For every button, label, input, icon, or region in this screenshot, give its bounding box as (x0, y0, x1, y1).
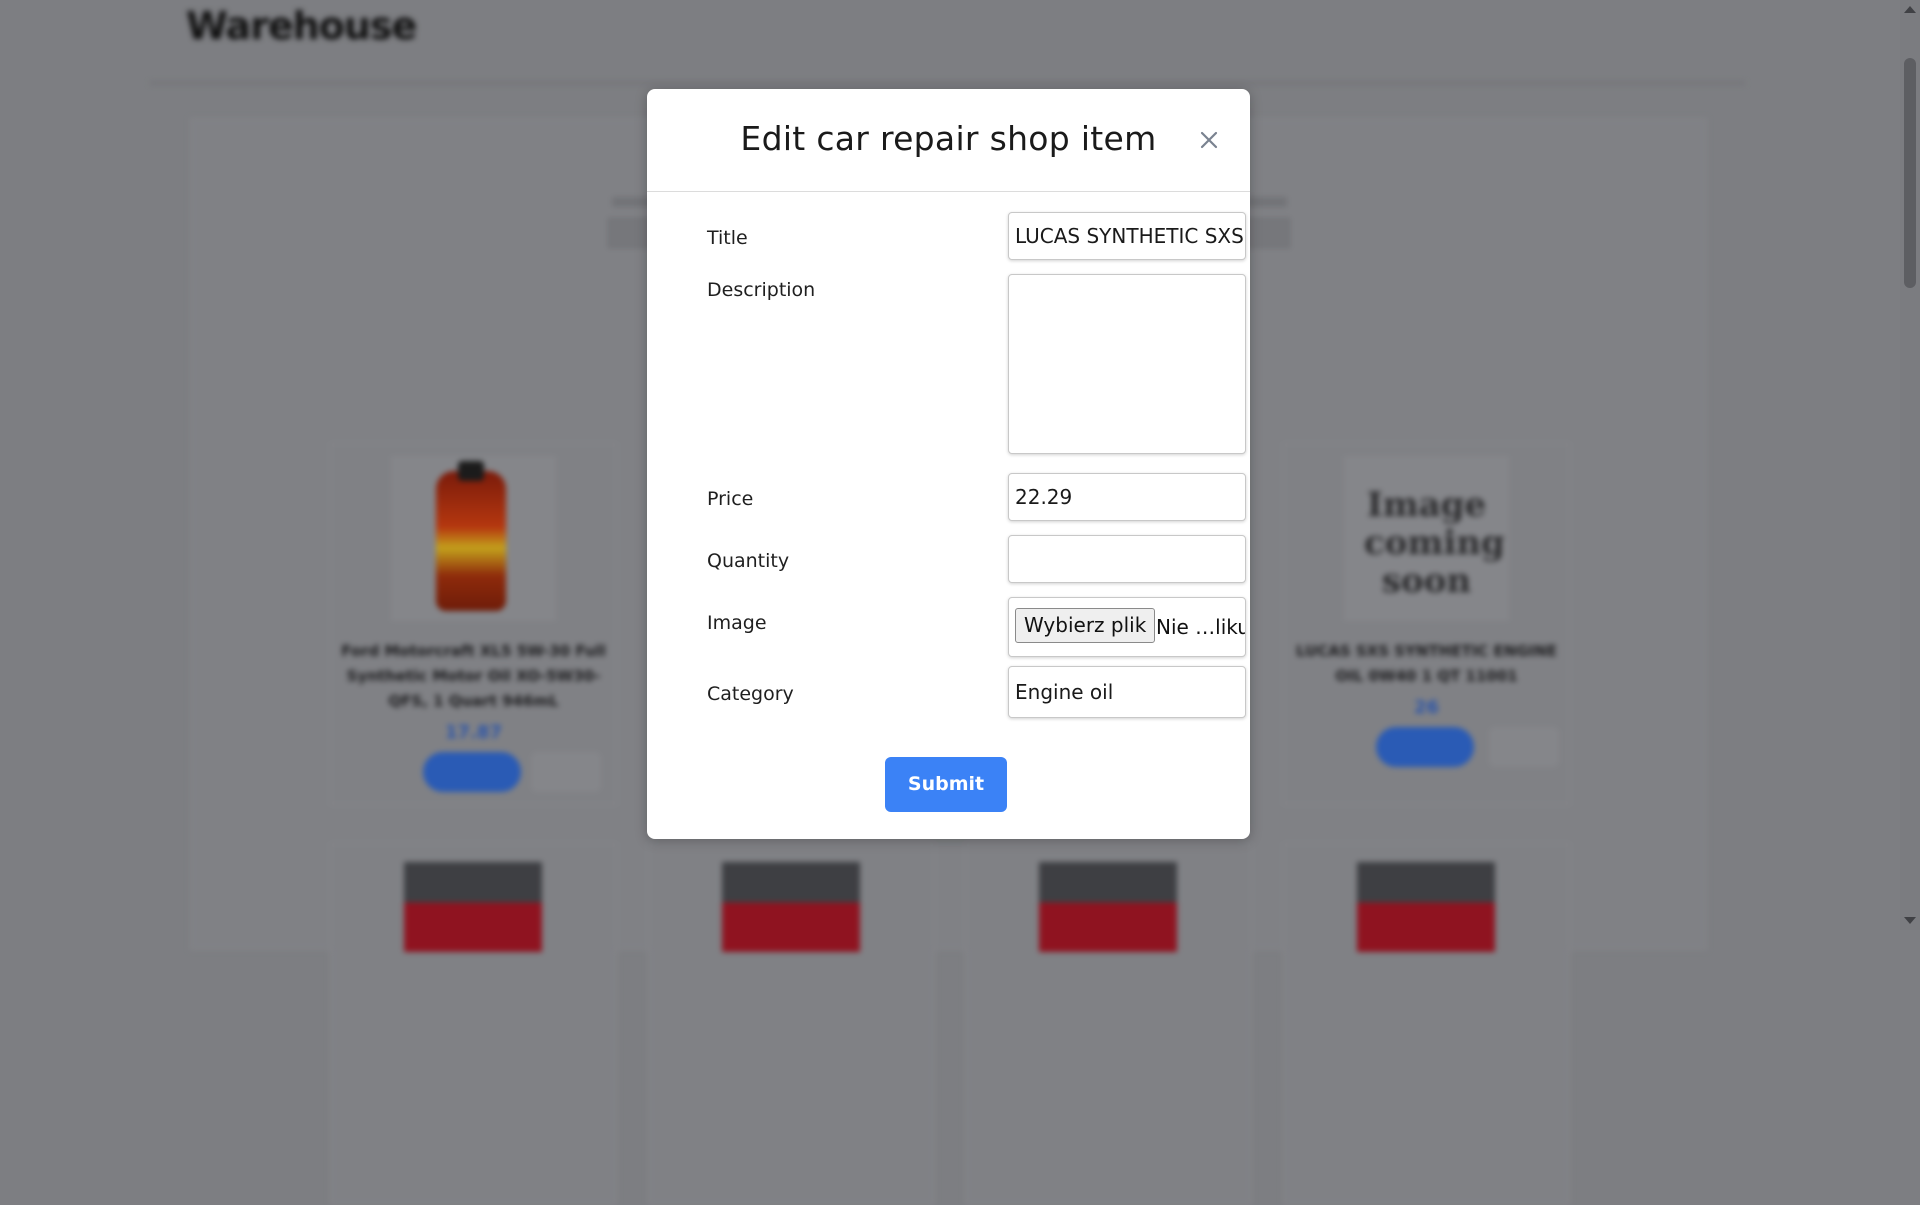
product-card (330, 843, 617, 1205)
title-input[interactable]: LUCAS SYNTHETIC SXS E (1008, 212, 1246, 260)
category-input[interactable]: Engine oil (1008, 666, 1246, 718)
modal-header: Edit car repair shop item (647, 89, 1250, 192)
price-row: Price 22.29 (707, 473, 1246, 525)
description-row: Description (707, 274, 1246, 456)
more-button (1489, 727, 1559, 767)
oil-box-image (404, 862, 542, 952)
vertical-scrollbar[interactable] (1900, 0, 1920, 930)
details-button (1376, 727, 1474, 767)
price-input[interactable]: 22.29 (1008, 473, 1246, 521)
scroll-thumb[interactable] (1904, 58, 1916, 288)
category-row: Category Engine oil (707, 666, 1246, 718)
product-title: LUCAS SXS SYNTHETIC ENGINE OIL 0W40 1 QT… (1295, 642, 1558, 685)
quantity-label: Quantity (707, 550, 790, 572)
title-row: Title LUCAS SYNTHETIC SXS E (707, 212, 1246, 264)
description-label: Description (707, 279, 816, 301)
scroll-up-icon[interactable] (1904, 6, 1916, 13)
image-file-input[interactable]: Wybierz plik Nie …liku (1008, 597, 1246, 657)
product-price: 26 (1413, 697, 1440, 718)
product-card: Image coming soon LUCAS SXS SYNTHETIC EN… (1283, 443, 1570, 805)
product-image: Image coming soon (1344, 456, 1509, 621)
submit-button[interactable]: Submit (885, 757, 1007, 812)
product-price: 17.87 (445, 722, 502, 743)
image-row: Image Wybierz plik Nie …liku (707, 597, 1246, 657)
oil-box-image (722, 862, 860, 952)
product-card (648, 843, 935, 1205)
product-card (965, 843, 1252, 1205)
oil-box-image (1357, 862, 1495, 952)
title-label: Title (707, 227, 748, 249)
oil-bottle-image (436, 461, 506, 611)
scroll-down-icon[interactable] (1904, 917, 1916, 924)
edit-item-modal: Edit car repair shop item Title LUCAS SY… (647, 89, 1250, 839)
category-label: Category (707, 683, 794, 705)
product-image (391, 456, 556, 621)
price-label: Price (707, 488, 754, 510)
quantity-row: Quantity (707, 535, 1246, 587)
quantity-input[interactable] (1008, 535, 1246, 583)
product-card (1283, 843, 1570, 1205)
choose-file-button[interactable]: Wybierz plik (1015, 608, 1156, 643)
image-placeholder: Image coming soon (1364, 485, 1505, 601)
description-textarea[interactable] (1008, 274, 1246, 454)
image-label: Image (707, 612, 767, 634)
filter-label (612, 197, 652, 207)
page-title: Warehouse (186, 4, 417, 48)
filter-label (1247, 197, 1287, 207)
product-title: Ford Motorcraft XL5 5W-30 Full Synthetic… (341, 642, 606, 710)
product-card: Ford Motorcraft XL5 5W-30 Full Synthetic… (330, 443, 617, 805)
modal-title: Edit car repair shop item (740, 119, 1157, 158)
oil-box-image (1039, 862, 1177, 952)
close-icon[interactable] (1196, 127, 1222, 153)
file-status: Nie …liku (1156, 615, 1246, 639)
header-divider (150, 82, 1745, 84)
more-button (531, 752, 601, 792)
details-button (423, 752, 521, 792)
